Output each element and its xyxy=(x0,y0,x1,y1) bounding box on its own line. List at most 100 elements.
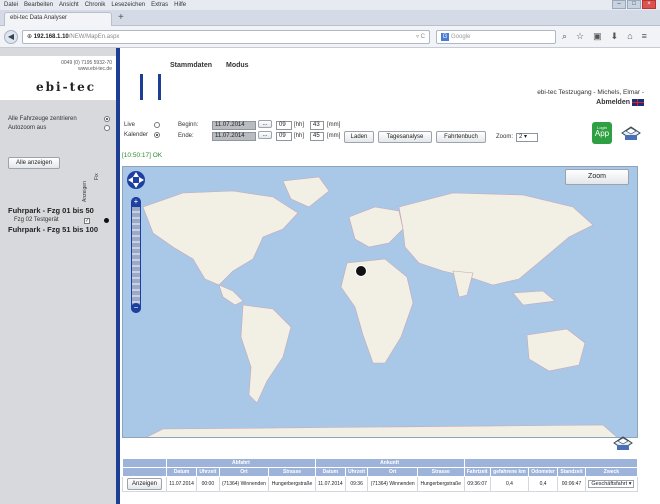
vehicle-fix-radio[interactable] xyxy=(104,218,109,223)
logo-area: 0049 (0) 7195 5932-70 www.ebi-tec.de ebi… xyxy=(0,56,118,100)
new-tab-button[interactable]: + xyxy=(118,12,124,24)
end-date-picker[interactable]: ... xyxy=(258,131,272,139)
menu-ansicht[interactable]: Ansicht xyxy=(59,2,79,8)
window-controls: – □ × xyxy=(612,0,656,9)
bookmark-star-icon[interactable]: ☆ xyxy=(576,31,584,42)
fleet-group-2[interactable]: Fuhrpark - Fzg 51 bis 100 xyxy=(8,225,98,234)
col-arr-date[interactable]: Datum xyxy=(314,467,346,477)
pan-control[interactable] xyxy=(125,169,147,191)
col-purpose[interactable]: Zweck xyxy=(584,467,639,477)
cell-duration: 09:36:07 xyxy=(463,476,491,492)
begin-hour-unit: [hh] xyxy=(294,122,305,128)
search-icon[interactable]: ⌕ xyxy=(562,31,567,42)
menu-chronik[interactable]: Chronik xyxy=(85,2,106,8)
minimize-icon[interactable]: – xyxy=(612,0,626,9)
trip-table: Abfahrt Ankunft Datum Uhrzeit Ort Strass… xyxy=(122,458,639,492)
nav-stammdaten[interactable]: Stammdaten xyxy=(170,62,212,69)
live-radio[interactable] xyxy=(154,122,160,128)
end-minute-field[interactable]: 45 xyxy=(310,132,324,141)
end-hour-unit: [hh] xyxy=(294,133,305,139)
vehicle-item[interactable]: Fzg 02 Testgerät xyxy=(14,217,59,223)
departure-group-header: Abfahrt xyxy=(166,458,316,468)
table-column-headers: Datum Uhrzeit Ort Strasse Datum Uhrzeit … xyxy=(122,467,639,477)
menu-extras[interactable]: Extras xyxy=(151,2,168,8)
world-map[interactable]: + − Zoom xyxy=(122,166,638,438)
begin-date-field[interactable]: 11.07.2014 xyxy=(212,121,256,130)
menu-bearbeiten[interactable]: Bearbeiten xyxy=(24,2,53,8)
col-dep-date[interactable]: Datum xyxy=(165,467,198,477)
calendar-radio[interactable] xyxy=(154,132,160,138)
logbook-button[interactable]: Fahrtenbuch xyxy=(436,131,486,143)
back-button[interactable]: ◀ xyxy=(4,30,18,44)
col-arr-street[interactable]: Strasse xyxy=(417,467,465,477)
fleet-group-1[interactable]: Fuhrpark - Fzg 01 bis 50 xyxy=(8,206,94,215)
vehicle-show-checkbox[interactable]: ✓ xyxy=(84,218,90,224)
col-dep-time[interactable]: Uhrzeit xyxy=(196,467,220,477)
home-icon[interactable]: ⌂ xyxy=(627,31,632,42)
day-analysis-button[interactable]: Tagesanalyse xyxy=(378,131,432,143)
search-input[interactable]: G Google xyxy=(436,30,556,44)
table-group-header: Abfahrt Ankunft xyxy=(122,458,638,468)
app-login-label: App xyxy=(594,129,610,138)
center-all-radio[interactable] xyxy=(104,116,110,122)
col-dep-place[interactable]: Ort xyxy=(218,467,270,477)
col-idle[interactable]: Standzeit xyxy=(557,467,586,477)
menu-hilfe[interactable]: Hilfe xyxy=(174,2,186,8)
zoom-slider-track[interactable] xyxy=(132,207,140,305)
load-button[interactable]: Laden xyxy=(344,131,374,143)
cell-arr-street: Hungerbergstraße xyxy=(417,476,465,492)
show-all-button[interactable]: Alle anzeigen xyxy=(8,157,60,169)
center-all-option[interactable]: Alle Fahrzeuge zentrieren xyxy=(8,116,110,122)
purpose-value: Geschäftsfahrt xyxy=(591,481,628,487)
address-bar[interactable]: ⊕ 192.168.1.10/NEW/MapEn.aspx ▿ C xyxy=(22,30,430,44)
arrival-group-header: Ankunft xyxy=(314,458,465,468)
begin-date-picker[interactable]: ... xyxy=(258,120,272,128)
begin-label: Beginn: xyxy=(178,122,199,128)
bookmarks-icon[interactable]: ▣ xyxy=(593,31,602,42)
tab-data-analyser[interactable]: ebi-tec Data Analyser xyxy=(4,12,112,26)
begin-minute-field[interactable]: 43 xyxy=(310,121,324,130)
menu-datei[interactable]: Datei xyxy=(4,2,18,8)
navigation-bar: ◀ ⊕ 192.168.1.10/NEW/MapEn.aspx ▿ C G Goo… xyxy=(0,26,660,48)
cell-arr-date: 11.07.2014 xyxy=(314,476,346,492)
vehicle-marker[interactable] xyxy=(355,265,367,277)
col-km[interactable]: gefahrene km xyxy=(489,467,530,477)
export-icon[interactable] xyxy=(612,434,634,452)
reload-icon[interactable]: ▿ C xyxy=(416,33,425,40)
toolbar-icons: ⌕ ☆ ▣ ⬇ ⌂ ≡ xyxy=(562,31,647,42)
col-arr-time[interactable]: Uhrzeit xyxy=(344,467,369,477)
uk-flag-icon[interactable] xyxy=(632,98,644,106)
app-login-button[interactable]: Login App xyxy=(592,122,612,144)
print-icon[interactable] xyxy=(620,124,642,142)
zoom-select[interactable]: 2 ▾ xyxy=(516,133,538,142)
autozoom-radio[interactable] xyxy=(104,125,110,131)
end-hour-field[interactable]: 09 xyxy=(276,132,292,141)
status-message: [10:50:17] OK xyxy=(122,152,163,159)
zoom-out-icon[interactable]: − xyxy=(131,303,141,313)
show-trip-button[interactable]: Anzeigen xyxy=(126,478,163,490)
download-icon[interactable]: ⬇ xyxy=(611,31,619,42)
menu-bar: Datei Bearbeiten Ansicht Chronik Lesezei… xyxy=(0,0,660,10)
begin-hour-field[interactable]: 09 xyxy=(276,121,292,130)
zoom-in-icon[interactable]: + xyxy=(131,197,141,207)
menu-icon[interactable]: ≡ xyxy=(642,31,647,42)
nav-modus[interactable]: Modus xyxy=(226,62,249,69)
end-date-field[interactable]: 11.07.2014 xyxy=(212,132,256,141)
company-contact: 0049 (0) 7195 5932-70 www.ebi-tec.de xyxy=(61,60,112,72)
map-zoom-button[interactable]: Zoom xyxy=(565,169,629,185)
col-arr-place[interactable]: Ort xyxy=(367,467,419,477)
zoom-slider[interactable]: + − xyxy=(131,197,141,313)
sidebar: 0049 (0) 7195 5932-70 www.ebi-tec.de ebi… xyxy=(0,48,118,504)
autozoom-option[interactable]: Autozoom aus xyxy=(8,125,110,131)
live-label: Live xyxy=(124,122,136,128)
purpose-select[interactable]: Geschäftsfahrt ▾ xyxy=(588,480,635,488)
col-odometer[interactable]: Odometer xyxy=(528,467,559,477)
col-duration[interactable]: Fahrtzeit xyxy=(463,467,491,477)
table-spacer-header xyxy=(463,458,638,468)
center-all-label: Alle Fahrzeuge zentrieren xyxy=(8,116,77,122)
col-dep-street[interactable]: Strasse xyxy=(268,467,316,477)
logout-link[interactable]: Abmelden xyxy=(596,99,630,106)
maximize-icon[interactable]: □ xyxy=(627,0,641,9)
close-icon[interactable]: × xyxy=(642,0,656,9)
menu-lesezeichen[interactable]: Lesezeichen xyxy=(111,2,145,8)
